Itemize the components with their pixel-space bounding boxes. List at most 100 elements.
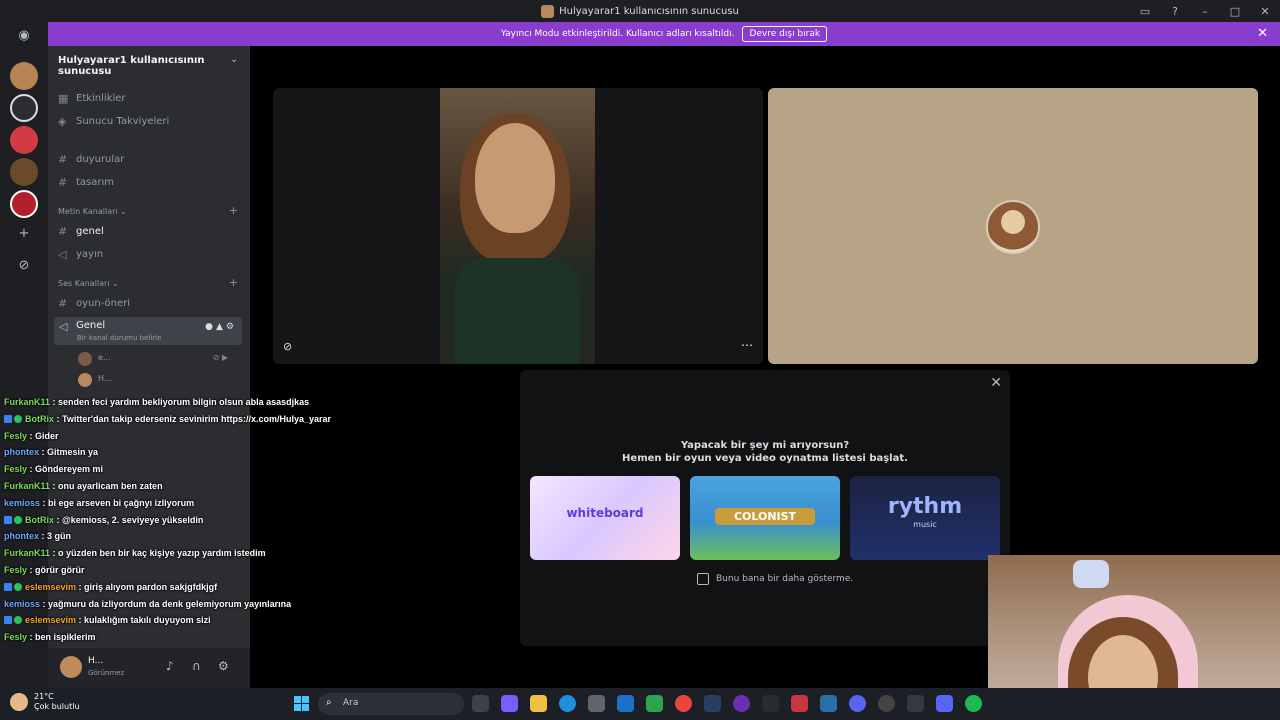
headphones-icon[interactable]: ∩: [192, 659, 201, 673]
dont-show-checkbox[interactable]: [697, 573, 709, 585]
discord-home-icon[interactable]: ◉: [14, 28, 34, 48]
close-window-button[interactable]: ✕: [1250, 5, 1280, 18]
chat-username: eslemsevim: [25, 615, 77, 626]
close-icon[interactable]: ✕: [990, 375, 1002, 391]
chat-text: ben ispiklerim: [35, 632, 96, 643]
steam-icon[interactable]: [704, 695, 721, 712]
discord-icon[interactable]: [936, 695, 953, 712]
app-icon[interactable]: [791, 695, 808, 712]
chevron-down-icon[interactable]: ⌄: [230, 54, 238, 65]
activity-card-whiteboard[interactable]: whiteboard: [530, 476, 680, 560]
channel-yayin[interactable]: ◁ yayın: [58, 248, 103, 261]
start-button[interactable]: [294, 696, 309, 711]
inbox-icon[interactable]: ▭: [1130, 5, 1160, 18]
text-category[interactable]: Metin Kanalları ⌄: [58, 207, 127, 216]
chat-username: Fesly: [4, 430, 28, 441]
channel-genel[interactable]: # genel: [58, 225, 104, 238]
chat-badge-icon: [4, 515, 12, 524]
chat-username: Fesly: [4, 464, 28, 475]
chat-text: o yüzden ben bir kaç kişiye yazıp yardım…: [58, 548, 266, 559]
server-icon[interactable]: [10, 190, 38, 218]
channel-tasarim[interactable]: # tasarım: [58, 176, 114, 189]
epic-games-icon[interactable]: [762, 695, 779, 712]
chat-message: Fesly : ben ispiklerim: [4, 632, 96, 643]
disable-button[interactable]: Devre dışı bırak: [742, 26, 828, 42]
hash-icon: #: [58, 153, 68, 166]
channel-status[interactable]: Bir kanal durumu belirle: [77, 334, 161, 342]
user-status: Görünmez: [88, 669, 125, 677]
avatar[interactable]: [60, 656, 82, 678]
chat-message: FurkanK11 : o yüzden ben bir kaç kişiye …: [4, 548, 266, 559]
copilot-icon[interactable]: [501, 695, 518, 712]
boost-icon: ◈: [58, 115, 67, 128]
chat-username: phontex: [4, 447, 39, 458]
server-icon[interactable]: [10, 158, 38, 186]
weather-widget[interactable]: 21°C Çok bulutlu: [10, 692, 80, 712]
chat-username: FurkanK11: [4, 548, 51, 559]
maximize-button[interactable]: □: [1220, 5, 1250, 18]
chat-text: bi ege arseven bi çağnyı izliyorum: [48, 497, 195, 508]
outlook-icon[interactable]: [617, 695, 634, 712]
chat-message: Fesly : Göndereyem mi: [4, 464, 104, 475]
close-icon[interactable]: ✕: [1257, 26, 1268, 41]
server-icon[interactable]: [10, 62, 38, 90]
activity-card-rythm[interactable]: rythm music: [850, 476, 1000, 560]
app-icon[interactable]: [646, 695, 663, 712]
voice-user[interactable]: e... ⊘ ▶: [78, 350, 238, 368]
hash-icon: #: [58, 225, 68, 238]
chat-text: onu ayarlicam ben zaten: [58, 481, 163, 491]
chat-text: giriş alıyom pardon sakjgfdkjgf: [84, 581, 218, 592]
spotify-icon[interactable]: [965, 695, 982, 712]
more-options-icon[interactable]: ⋯: [741, 338, 753, 352]
events-item[interactable]: ▦ Etkinlikler: [58, 92, 126, 105]
window-title: Hulyayarar1 kullanıcısının sunucusu: [559, 5, 739, 17]
banner-text: Yayıncı Modu etkinleştirildi. Kullanıcı …: [500, 29, 735, 39]
chrome-icon[interactable]: [675, 695, 692, 712]
chat-username: eslemsevim: [25, 581, 77, 592]
file-explorer-icon[interactable]: [530, 695, 547, 712]
voice-channel-name: Genel: [76, 320, 106, 331]
add-channel-icon[interactable]: +: [229, 204, 238, 217]
server-avatar-icon: [541, 4, 555, 18]
avatar: [986, 200, 1040, 254]
boosts-item[interactable]: ◈ Sunucu Takviyeleri: [58, 115, 169, 128]
app-icon[interactable]: [849, 695, 866, 712]
search-box[interactable]: ⌕ Ara: [318, 693, 464, 715]
voice-category[interactable]: Ses Kanalları ⌄: [58, 279, 119, 288]
minimize-button[interactable]: –: [1190, 5, 1220, 18]
microphone-icon[interactable]: ♪: [166, 659, 174, 673]
voice-channel-actions[interactable]: ●▲⚙: [205, 322, 237, 332]
discover-icon[interactable]: ⊘: [14, 258, 34, 278]
dont-show-label[interactable]: Bunu bana bir daha gösterme.: [716, 574, 853, 584]
store-icon[interactable]: [588, 695, 605, 712]
edge-icon[interactable]: [559, 695, 576, 712]
add-channel-icon[interactable]: +: [229, 276, 238, 289]
chat-overlay: FurkanK11 : senden feci yardım bekliyoru…: [0, 381, 340, 651]
chat-message: Fesly : görür görür: [4, 565, 85, 575]
weather-icon: [10, 693, 28, 711]
channel-duyurular[interactable]: # duyurular: [58, 153, 124, 166]
obs-icon[interactable]: [878, 695, 895, 712]
chat-message: phontex : 3 gün: [4, 531, 71, 542]
chat-message: phontex : Gitmesin ya: [4, 447, 99, 458]
title-bar: Hulyayarar1 kullanıcısının sunucusu ▭ ? …: [0, 0, 1280, 22]
verified-icon: [14, 616, 22, 625]
video-tile-avatar[interactable]: [768, 88, 1258, 364]
video-tile-stream[interactable]: ⊘ ⋯: [273, 88, 763, 364]
settings-icon[interactable]: ⚙: [218, 659, 229, 673]
activity-card-colonist[interactable]: COLONIST: [690, 476, 840, 560]
voice-channel-genel[interactable]: ◁ Genel Bir kanal durumu belirle ●▲⚙: [54, 317, 242, 345]
app-icon[interactable]: [733, 695, 750, 712]
hash-icon: #: [58, 297, 68, 310]
server-name[interactable]: Hulyayarar1 kullanıcısının sunucusu: [58, 55, 250, 77]
chat-message: FurkanK11 : senden feci yardım bekliyoru…: [4, 397, 310, 407]
channel-oyun-oneri[interactable]: # oyun-öneri: [58, 297, 130, 310]
task-view-icon[interactable]: [472, 695, 489, 712]
server-icon[interactable]: [10, 126, 38, 154]
hash-icon: #: [58, 176, 68, 189]
server-icon[interactable]: [10, 94, 38, 122]
help-icon[interactable]: ?: [1160, 5, 1190, 18]
app-icon[interactable]: [820, 695, 837, 712]
add-server-icon[interactable]: +: [14, 226, 34, 246]
app-icon[interactable]: [907, 695, 924, 712]
